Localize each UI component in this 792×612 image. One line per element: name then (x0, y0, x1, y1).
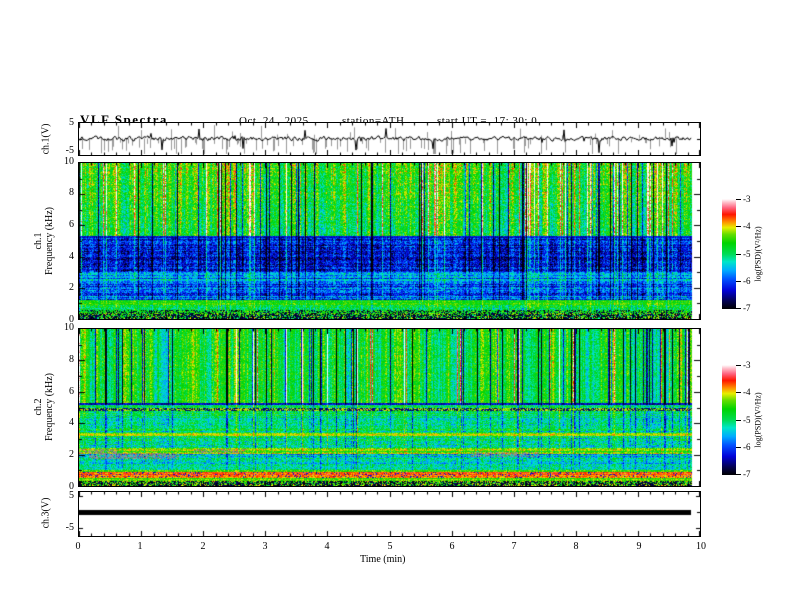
xtick-10: 10 (696, 541, 706, 552)
colorbar2-tickmark (736, 420, 741, 421)
ch3-waveform-panel (78, 491, 701, 537)
colorbar-1 (722, 199, 736, 309)
spec2-axis-title-line1: ch.2 (33, 398, 44, 416)
spec1-ytick-8: 8 (69, 187, 74, 198)
xtick-5: 5 (387, 541, 393, 552)
colorbar1-label-neg3: -3 (743, 194, 751, 204)
colorbar1-axis-title: log(PSD)(V²/Hz) (753, 226, 763, 282)
xtick-8: 8 (573, 541, 579, 552)
ch1-waveform-panel (78, 122, 701, 156)
ch1-spectrogram-panel (78, 162, 701, 320)
spec2-ytick-8: 8 (69, 354, 74, 365)
xtick-1: 1 (137, 541, 143, 552)
spec1-ytick-6: 6 (69, 219, 74, 230)
colorbar2-tickmark (736, 392, 741, 393)
ch3-waveform-canvas (79, 492, 700, 536)
ch3v-axis-title: ch.3(V) (41, 498, 52, 529)
x-axis-title: Time (min) (360, 554, 406, 565)
xtick-2: 2 (200, 541, 206, 552)
ch1-waveform-canvas (79, 123, 700, 155)
colorbar1-tickmark (736, 226, 741, 227)
spec2-ytick-10: 10 (64, 322, 74, 333)
colorbar2-label-neg7: -7 (743, 469, 751, 479)
colorbar1-tickmark (736, 254, 741, 255)
xtick-4: 4 (324, 541, 330, 552)
ch3v-ytick-neg5: -5 (65, 522, 74, 533)
spec1-ytick-4: 4 (69, 251, 74, 262)
ch1v-axis-title: ch.1(V) (41, 124, 52, 155)
colorbar1-tickmark (736, 281, 741, 282)
xtick-0: 0 (75, 541, 81, 552)
spec2-ytick-4: 4 (69, 417, 74, 428)
spec1-axis-title-line1: ch.1 (33, 232, 44, 250)
ch1-spectrogram-canvas (79, 163, 700, 319)
spec2-ytick-6: 6 (69, 386, 74, 397)
colorbar1-tickmark (736, 199, 741, 200)
colorbar2-label-neg3: -3 (743, 360, 751, 370)
spec1-axis-title-line2: Frequency (kHz) (44, 206, 55, 276)
colorbar1-label-neg7: -7 (743, 303, 751, 313)
colorbar-2 (722, 365, 736, 475)
xtick-9: 9 (636, 541, 642, 552)
spec1-ytick-10: 10 (64, 156, 74, 167)
colorbar2-tickmark (736, 365, 741, 366)
spec2-axis-title-line2: Frequency (kHz) (44, 372, 55, 442)
spec2-ytick-2: 2 (69, 449, 74, 460)
colorbar2-tickmark (736, 447, 741, 448)
xtick-7: 7 (511, 541, 517, 552)
xtick-6: 6 (449, 541, 455, 552)
xtick-3: 3 (262, 541, 268, 552)
colorbar1-tickmark (736, 308, 741, 309)
ch2-spectrogram-canvas (79, 329, 700, 486)
colorbar2-axis-title: log(PSD)(V²/Hz) (753, 392, 763, 448)
spec2-axis-title: ch.2 Frequency (kHz) (33, 373, 55, 441)
ch1v-axis-title-text: ch.1(V) (40, 123, 52, 155)
ch1v-ytick-5: 5 (69, 117, 74, 128)
spec1-axis-title: ch.1 Frequency (kHz) (33, 207, 55, 275)
spec1-ytick-2: 2 (69, 282, 74, 293)
ch3v-ytick-5: 5 (69, 490, 74, 501)
vlf-spectra-figure: VLF Spectra Oct. 24 , 2025 station=ATH s… (0, 0, 792, 612)
ch3v-axis-title-text: ch.3(V) (40, 497, 52, 529)
colorbar2-tickmark (736, 474, 741, 475)
ch2-spectrogram-panel (78, 328, 701, 487)
